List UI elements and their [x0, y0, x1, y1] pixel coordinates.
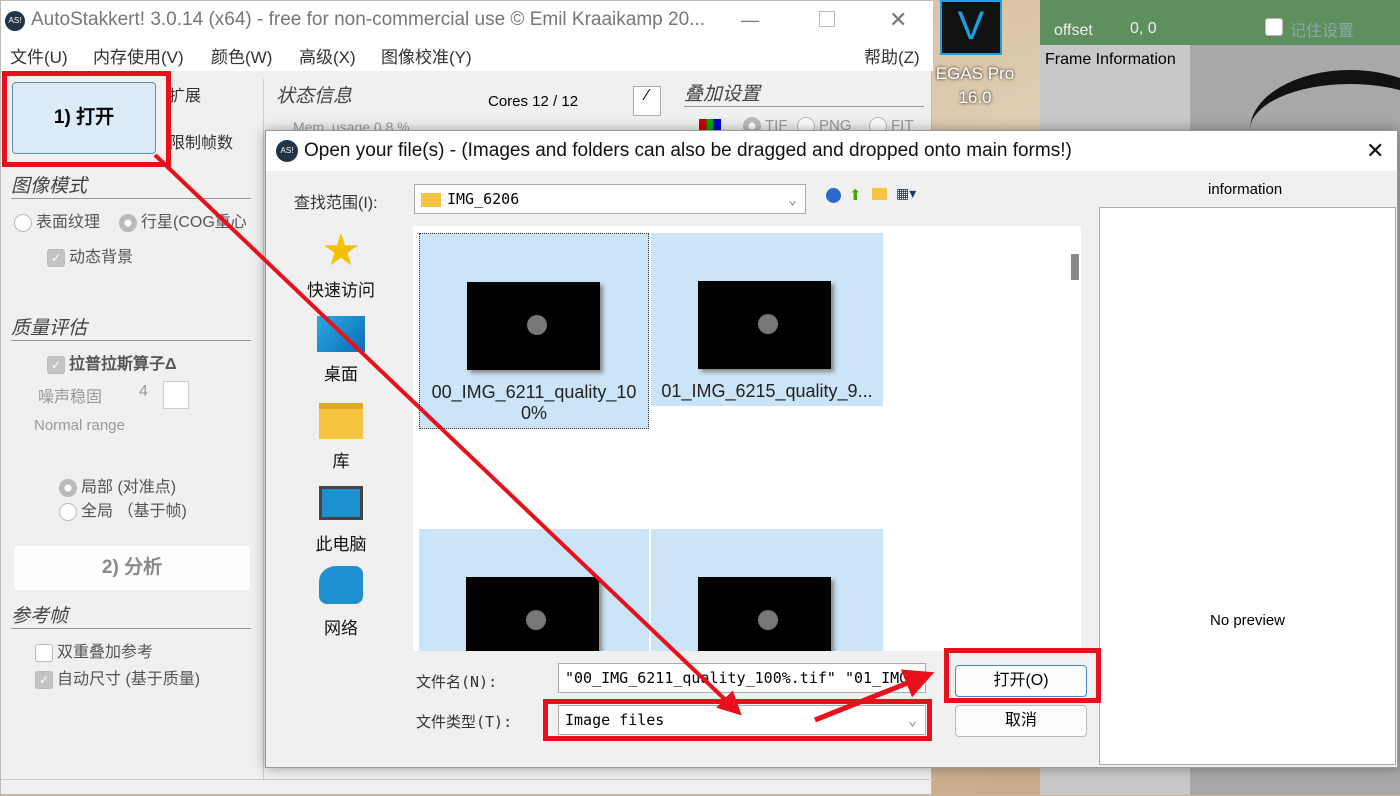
arrow-to-open: [814, 669, 935, 723]
annotation-arrows: [153, 153, 935, 723]
arrow-to-filetype: [153, 153, 742, 716]
